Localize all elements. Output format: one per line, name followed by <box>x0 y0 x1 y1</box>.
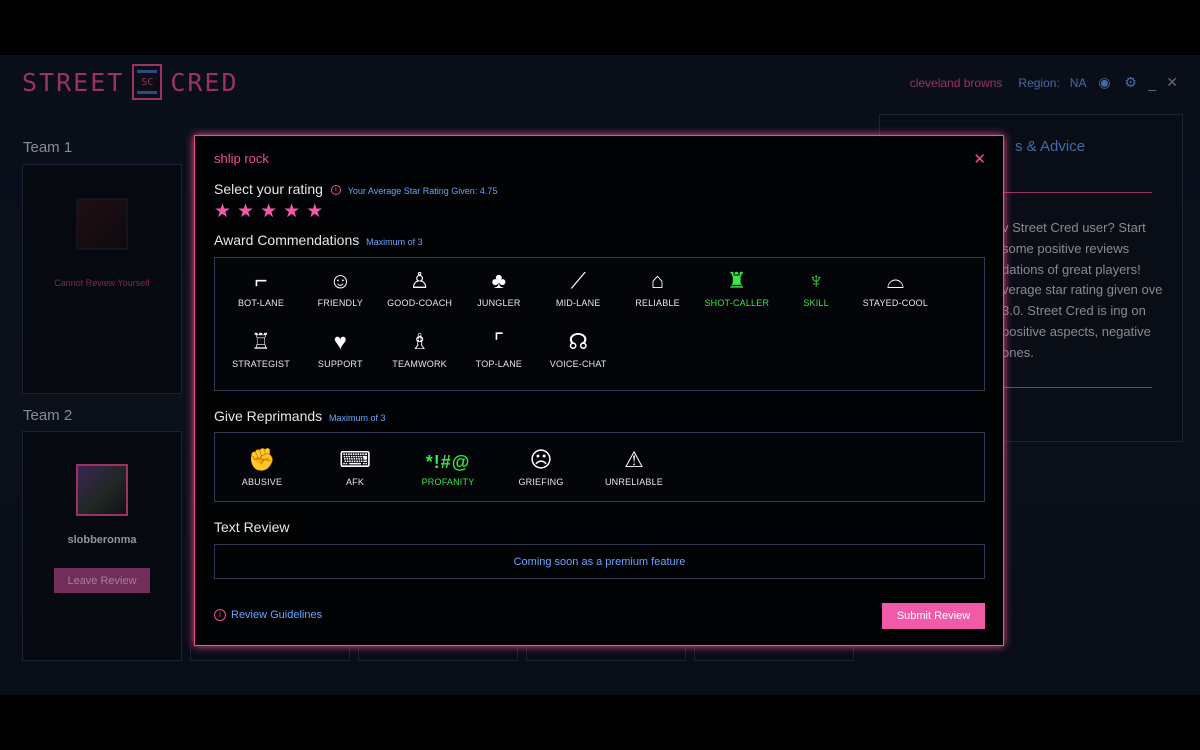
badge-stayed-cool[interactable]: ⌓ STAYED-COOL <box>853 264 937 308</box>
badge-bot-lane[interactable]: ⌐ BOT-LANE <box>219 264 303 308</box>
griefing-icon: ☹ <box>529 447 553 472</box>
badge-unreliable[interactable]: ⚠ UNRELIABLE <box>592 443 676 487</box>
badge-label: ABUSIVE <box>241 477 283 487</box>
badge-label: UNRELIABLE <box>604 477 664 487</box>
badge-label: JUNGLER <box>477 298 521 308</box>
jungler-icon: ♣ <box>491 268 507 293</box>
friendly-icon: ☺ <box>329 268 352 293</box>
bot-lane-icon: ⌐ <box>254 268 268 293</box>
skill-icon: ♆ <box>807 268 825 293</box>
badge-label: GRIEFING <box>518 477 564 487</box>
reliable-icon: ⌂ <box>650 268 665 293</box>
badge-label: TEAMWORK <box>392 359 447 369</box>
star-icon[interactable]: ★ <box>283 202 300 222</box>
mid-lane-icon: ⟋ <box>570 268 586 293</box>
rating-title: Select your rating <box>214 181 323 197</box>
star-icon[interactable]: ★ <box>260 202 277 222</box>
commendations-limit: Maximum of 3 <box>366 237 423 247</box>
badge-reliable[interactable]: ⌂ RELIABLE <box>616 264 700 308</box>
badge-label: STAYED-COOL <box>862 298 929 308</box>
badge-griefing[interactable]: ☹ GRIEFING <box>499 443 583 487</box>
strategist-icon: ♖ <box>251 329 271 354</box>
badge-voice-chat[interactable]: ☊ VOICE-CHAT <box>536 325 620 369</box>
badge-profanity[interactable]: *!#@ PROFANITY <box>406 443 490 487</box>
badge-shot-caller[interactable]: ♜ SHOT-CALLER <box>695 264 779 308</box>
star-icon[interactable]: ★ <box>237 202 254 222</box>
profanity-icon: *!#@ <box>425 452 471 472</box>
badge-label: RELIABLE <box>635 298 680 308</box>
star-icon[interactable]: ★ <box>214 202 231 222</box>
modal-player-name: shlip rock <box>214 151 269 166</box>
badge-strategist[interactable]: ♖ STRATEGIST <box>219 325 303 369</box>
teamwork-icon: ♗ <box>409 329 430 354</box>
average-rating: Your Average Star Rating Given: 4.75 <box>347 186 498 196</box>
badge-afk[interactable]: ⌨ AFK <box>313 443 397 487</box>
badge-label: AFK <box>345 477 365 487</box>
support-icon: ♥ <box>333 329 347 354</box>
guidelines-label: Review Guidelines <box>231 609 323 621</box>
badge-label: BOT-LANE <box>237 298 285 308</box>
star-icon[interactable]: ★ <box>306 202 323 222</box>
text-review-field[interactable]: Coming soon as a premium feature <box>214 544 985 579</box>
reprimands-limit: Maximum of 3 <box>329 413 386 423</box>
badge-jungler[interactable]: ♣ JUNGLER <box>457 264 541 308</box>
badge-label: GOOD-COACH <box>387 298 453 308</box>
rating-section: Select your rating i Your Average Star R… <box>214 181 497 197</box>
badge-support[interactable]: ♥ SUPPORT <box>298 325 382 369</box>
badge-label: FRIENDLY <box>317 298 364 308</box>
badge-label: PROFANITY <box>421 477 475 487</box>
badge-label: MID-LANE <box>555 298 601 308</box>
star-rating[interactable]: ★ ★ ★ ★ ★ <box>214 202 323 222</box>
badge-mid-lane[interactable]: ⟋ MID-LANE <box>536 264 620 308</box>
commendations-title: Award Commendations <box>214 232 360 248</box>
badge-top-lane[interactable]: ⌜ TOP-LANE <box>457 325 541 369</box>
submit-review-button[interactable]: Submit Review <box>882 603 985 629</box>
badge-good-coach[interactable]: ♙ GOOD-COACH <box>378 264 462 308</box>
info-icon: i <box>214 609 226 621</box>
review-guidelines-link[interactable]: i Review Guidelines <box>214 609 322 621</box>
voice-chat-icon: ☊ <box>568 329 588 354</box>
badge-label: TOP-LANE <box>475 359 523 369</box>
top-lane-icon: ⌜ <box>493 329 505 354</box>
badge-label: SUPPORT <box>317 359 363 369</box>
badge-skill[interactable]: ♆ SKILL <box>774 264 858 308</box>
badge-label: SHOT-CALLER <box>704 298 770 308</box>
badge-label: SKILL <box>803 298 829 308</box>
abusive-icon: ✊ <box>248 447 276 472</box>
good-coach-icon: ♙ <box>409 268 430 293</box>
unreliable-icon: ⚠ <box>624 447 644 472</box>
close-icon[interactable]: ✕ <box>973 150 986 168</box>
reprimands-title: Give Reprimands <box>214 408 323 424</box>
text-review-title: Text Review <box>214 519 290 535</box>
badge-label: STRATEGIST <box>232 359 290 369</box>
shot-caller-icon: ♜ <box>726 268 747 293</box>
info-icon: i <box>330 185 341 196</box>
badge-teamwork[interactable]: ♗ TEAMWORK <box>378 325 462 369</box>
stayed-cool-icon: ⌓ <box>886 268 905 293</box>
badge-friendly[interactable]: ☺ FRIENDLY <box>298 264 382 308</box>
afk-icon: ⌨ <box>339 447 371 472</box>
review-modal: shlip rock ✕ Select your rating i Your A… <box>194 135 1004 646</box>
reprimands-box: ✊ ABUSIVE ⌨ AFK *!#@ PROFANITY ☹ GRIEFING ⚠ UNREL… <box>214 432 985 502</box>
commendations-box: ⌐ BOT-LANE ☺ FRIENDLY ♙ GOOD-COACH ♣ JUNGLER ⟋ MI… <box>214 257 985 391</box>
reprimands-section: Give Reprimands Maximum of 3 <box>214 408 386 424</box>
commendations-section: Award Commendations Maximum of 3 <box>214 232 423 248</box>
badge-label: VOICE-CHAT <box>549 359 607 369</box>
badge-abusive[interactable]: ✊ ABUSIVE <box>220 443 304 487</box>
